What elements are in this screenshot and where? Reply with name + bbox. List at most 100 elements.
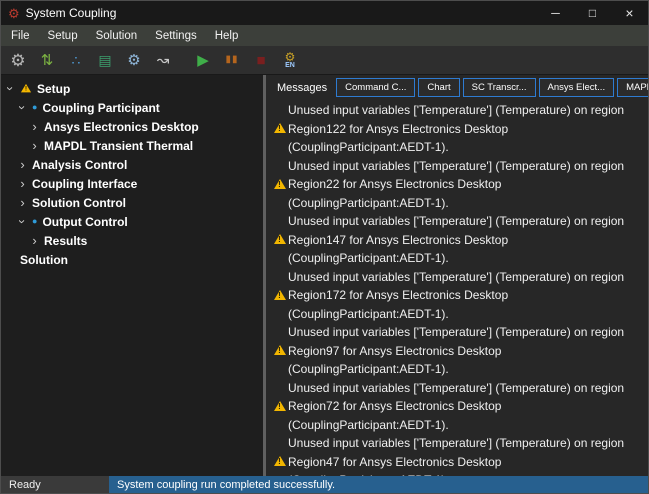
message-text: Unused input variables ['Temperature'] (… — [288, 101, 648, 157]
message-text: Unused input variables ['Temperature'] (… — [288, 157, 648, 213]
menu-file[interactable]: File — [2, 25, 39, 46]
message-item[interactable]: Unused input variables ['Temperature'] (… — [271, 212, 648, 268]
message-line: Unused input variables ['Temperature'] (… — [288, 158, 625, 173]
analysis-gear-icon: ⚙ — [127, 51, 141, 69]
message-line: Region172 for Ansys Electronics Desktop — [288, 288, 509, 302]
tree-item-results[interactable]: › Results — [1, 231, 263, 250]
chevron-down-icon[interactable]: › — [3, 84, 18, 93]
warning-icon — [273, 289, 286, 301]
tab-mapdl-tra[interactable]: MAPDL Tra... — [617, 78, 648, 97]
status-message: System coupling run completed successful… — [109, 476, 648, 493]
window-title: System Coupling — [25, 6, 117, 20]
warning-icon — [273, 345, 286, 356]
message-item[interactable]: Unused input variables ['Temperature'] (… — [271, 268, 648, 324]
participants-icon: ∴ — [71, 52, 81, 68]
message-line: Unused input variables ['Temperature'] (… — [288, 214, 625, 228]
chevron-right-icon[interactable]: › — [18, 176, 27, 191]
tree-item-label: Output Control — [42, 214, 128, 229]
mapping-arrows-icon: ↝ — [156, 51, 170, 69]
tab-sc-transcr[interactable]: SC Transcr... — [462, 78, 536, 97]
message-item[interactable]: Unused input variables ['Temperature'] (… — [271, 379, 648, 435]
tab-ansys-elect[interactable]: Ansys Elect... — [538, 78, 615, 97]
message-item[interactable]: Unused input variables ['Temperature'] (… — [271, 434, 648, 476]
warning-icon — [273, 234, 286, 245]
tree-item-label: Results — [44, 233, 88, 248]
tree-item-solution-control[interactable]: › Solution Control — [1, 193, 263, 212]
message-line: (CouplingParticipant:AEDT-1). — [288, 306, 449, 321]
stop-icon: ■ — [256, 51, 266, 69]
tree-item-label: Coupling Interface — [32, 176, 138, 191]
message-line: Region147 for Ansys Electronics Desktop — [288, 232, 509, 247]
maximize-button[interactable]: □ — [574, 1, 611, 25]
tree-item-coupling-interface[interactable]: › Coupling Interface — [1, 174, 263, 193]
chevron-right-icon[interactable]: › — [18, 195, 27, 210]
chevron-right-icon[interactable]: › — [30, 119, 39, 134]
app-icon: ⚙ — [8, 5, 20, 21]
message-text: Unused input variables ['Temperature'] (… — [288, 268, 648, 324]
tree-item-ansys-electronics-desktop[interactable]: › Ansys Electronics Desktop — [1, 117, 263, 136]
pause-button[interactable]: ▮▮ — [220, 47, 244, 73]
language-gear-button[interactable]: ⚙ EN — [278, 47, 302, 73]
message-icon-cell — [271, 212, 288, 268]
tree-item-output-control[interactable]: › ● Output Control — [1, 212, 263, 231]
library-button[interactable]: ▤ — [93, 47, 117, 73]
tree-item-label: Coupling Participant — [42, 100, 160, 115]
message-line: Unused input variables ['Temperature'] (… — [288, 380, 625, 395]
menu-setup[interactable]: Setup — [39, 25, 87, 46]
participants-button[interactable]: ∴ — [64, 47, 88, 73]
analysis-gear-button[interactable]: ⚙ — [122, 47, 146, 73]
run-play-button[interactable]: ▶ — [191, 47, 215, 73]
menu-solution[interactable]: Solution — [87, 25, 147, 46]
close-button[interactable]: × — [611, 1, 648, 25]
menu-bar: File Setup Solution Settings Help — [1, 25, 648, 46]
tab-command-c[interactable]: Command C... — [336, 78, 416, 97]
tree-item-mapdl-transient-thermal[interactable]: › MAPDL Transient Thermal — [1, 136, 263, 155]
message-line: (CouplingParticipant:AEDT-1). — [288, 362, 449, 376]
tab-chart[interactable]: Chart — [418, 78, 460, 97]
tree-item-label: MAPDL Transient Thermal — [44, 138, 194, 153]
message-line: Region122 for Ansys Electronics Desktop — [288, 121, 509, 136]
tree-item-label: Ansys Electronics Desktop — [44, 119, 199, 134]
message-line: Unused input variables ['Temperature'] (… — [288, 103, 625, 117]
chevron-right-icon[interactable]: › — [30, 138, 39, 153]
message-item[interactable]: Unused input variables ['Temperature'] (… — [271, 101, 648, 157]
messages-panel: Unused input variables ['Temperature'] (… — [266, 100, 648, 476]
stop-button[interactable]: ■ — [249, 47, 273, 73]
tab-messages[interactable]: Messages — [271, 78, 333, 97]
tree-item-coupling-participant[interactable]: › ● Coupling Participant — [1, 98, 263, 117]
mapping-arrows-button[interactable]: ↝ — [151, 47, 175, 73]
app-window: ⚙ System Coupling ─ □ × File Setup Solutio… — [0, 0, 649, 494]
title-bar: ⚙ System Coupling ─ □ × — [1, 1, 648, 25]
message-item[interactable]: Unused input variables ['Temperature'] (… — [271, 323, 648, 379]
import-case-button[interactable]: ⇅ — [35, 47, 59, 73]
tree-item-setup[interactable]: › Setup — [1, 79, 263, 98]
warning-icon — [273, 178, 286, 190]
menu-help[interactable]: Help — [206, 25, 248, 46]
message-text: Unused input variables ['Temperature'] (… — [288, 434, 648, 476]
tree-item-solution[interactable]: Solution — [1, 250, 263, 269]
warning-icon — [20, 83, 32, 93]
message-icon-cell — [271, 434, 288, 476]
tree-item-label: Solution Control — [32, 195, 126, 210]
message-line: Region72 for Ansys Electronics Desktop — [288, 399, 502, 413]
message-line: Region47 for Ansys Electronics Desktop — [288, 454, 502, 469]
message-icon-cell — [271, 157, 288, 213]
language-label: EN — [285, 62, 295, 69]
toolbar: ⚙ ⇅ ∴ ▤ ⚙ ↝ ▶ ▮▮ ■ ⚙ EN — [1, 46, 648, 75]
chevron-down-icon[interactable]: › — [15, 103, 30, 112]
tab-bar: Messages Command C... Chart SC Transcr... An… — [266, 75, 648, 100]
warning-icon — [273, 400, 286, 412]
status-ready-label: Ready — [1, 476, 109, 493]
menu-settings[interactable]: Settings — [146, 25, 206, 46]
warning-icon — [273, 456, 286, 467]
settings-gear-button[interactable]: ⚙ — [6, 47, 30, 73]
message-icon-cell — [271, 379, 288, 435]
run-play-icon: ▶ — [197, 51, 209, 69]
chevron-right-icon[interactable]: › — [30, 233, 39, 248]
chevron-down-icon[interactable]: › — [15, 217, 30, 226]
chevron-right-icon[interactable]: › — [18, 157, 27, 172]
minimize-button[interactable]: ─ — [537, 1, 574, 25]
tree-item-analysis-control[interactable]: › Analysis Control — [1, 155, 263, 174]
main-area: ›Setup›●Coupling Participant›Ansys Elect… — [1, 75, 648, 476]
message-item[interactable]: Unused input variables ['Temperature'] (… — [271, 157, 648, 213]
